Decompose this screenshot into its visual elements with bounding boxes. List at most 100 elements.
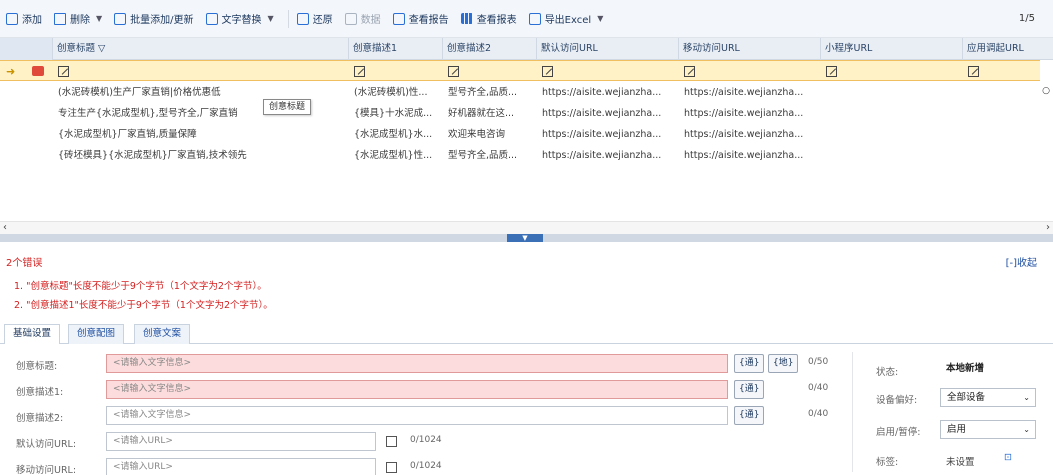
device-preference-label: 设备偏好: [876,395,918,406]
cell-default-url: https://aisite.wejianzha... [542,129,662,140]
chevron-down-icon: ⌄ [1023,393,1030,402]
cell-mobile-url: https://aisite.wejianzha... [684,150,804,161]
batch-edit-icon [114,12,127,25]
cell-default-url: https://aisite.wejianzha... [542,108,662,119]
chevron-down-icon[interactable]: ▼ [597,14,603,23]
scroll-left-icon[interactable]: ‹ [3,222,7,233]
cell-mobile-url: https://aisite.wejianzha... [684,87,804,98]
mobile-url-label: 移动访问URL: [16,465,77,475]
text-replace-button[interactable]: 文字替换 ▼ [205,8,274,30]
desc1-input[interactable]: <请输入文字信息> [106,380,728,399]
table-row[interactable]: {砖坯模具}{水泥成型机}厂家直销,技术领先 {水泥成型机}性... 型号齐全,… [0,145,1040,166]
column-header-app-url[interactable]: 应用调起URL [962,38,1040,60]
cell-default-url: https://aisite.wejianzha... [542,150,662,161]
delete-button[interactable]: 删除 ▼ [54,8,102,30]
new-row-icon [32,61,44,82]
default-url-char-count: 0/1024 [410,435,442,445]
cell-desc2: 好机器就在这... [448,108,515,119]
chevron-down-icon[interactable]: ▼ [268,14,274,23]
report-icon [392,12,405,25]
enable-pause-select[interactable]: 启用 ⌄ [940,420,1036,439]
mobile-url-char-count: 0/1024 [410,461,442,471]
form-divider [852,352,853,472]
wildcard-button[interactable]: {通} [734,380,765,399]
bar-chart-icon [460,13,473,24]
stats-button[interactable]: 数据 [344,8,381,30]
wildcard-button[interactable]: {通} [734,406,765,425]
column-header-desc2[interactable]: 创意描述2 [442,38,536,60]
edit-default-url-icon[interactable] [542,61,553,82]
filter-icon[interactable]: ▽ [98,43,105,54]
chevron-down-icon[interactable]: ▼ [96,14,102,23]
table-row[interactable]: 专注生产{水泥成型机},型号齐全,厂家直销 {模具}十水泥成... 好机器就在这… [0,103,1040,124]
column-tooltip: 创意标题 [263,99,312,115]
panel-splitter[interactable]: ▼ [0,234,1053,242]
title-char-count: 0/50 [808,357,829,367]
edit-url-icon[interactable] [386,436,397,447]
default-url-label: 默认访问URL: [16,439,77,450]
region-wildcard-button[interactable]: {地} [768,354,799,373]
column-header-title[interactable]: 创意标题 ▽ [52,38,348,60]
restore-button[interactable]: 还原 [296,8,333,30]
row-pointer-icon: ➜ [6,65,16,78]
tag-edit-icon[interactable]: ⊡ [1004,452,1012,463]
desc2-label: 创意描述2: [16,413,64,424]
desc2-input[interactable]: <请输入文字信息> [106,406,728,425]
mobile-url-input[interactable]: <请输入URL> [106,458,376,475]
column-header-mini-program-url[interactable]: 小程序URL [820,38,962,60]
collapse-link[interactable]: [-]收起 [1006,254,1037,269]
error-panel: 2个错误 [-]收起 1. "创意标题"长度不能少于9个字节（1个文字为2个字节… [0,242,1053,322]
cell-title: {水泥成型机}厂家直销,质量保障 [58,129,197,140]
tag-label: 标签: [876,457,899,468]
desc1-char-count: 0/40 [808,383,829,393]
error-message: 2. "创意描述1"长度不能少于9个字节（1个文字为2个字节）。 [14,300,273,311]
scroll-right-icon[interactable]: › [1046,222,1050,233]
toolbar: 添加 删除 ▼ 批量添加/更新 文字替换 ▼ 还原 数据 查看报告 查看报表 导出E… [0,0,1053,38]
device-preference-select[interactable]: 全部设备 ⌄ [940,388,1036,407]
tab-creative-copy[interactable]: 创意文案 [134,324,191,344]
table-row-selected[interactable]: ➜ [0,60,1040,81]
edit-url-icon[interactable] [386,462,397,473]
export-excel-button[interactable]: 导出Excel ▼ [528,8,603,30]
tab-creative-images[interactable]: 创意配图 [68,324,125,344]
tab-basic-settings[interactable]: 基础设置 [4,324,61,345]
replace-icon [205,12,218,25]
wildcard-button[interactable]: {通} [734,354,765,373]
detail-tabs: 基础设置 创意配图 创意文案 [0,322,1053,345]
edit-mobile-url-icon[interactable] [684,61,695,82]
table-row[interactable]: (水泥砖模机)生产厂家直销|价格优惠低 (水泥砖模机)性... 型号齐全,品质.… [0,82,1040,103]
column-header-mobile-url[interactable]: 移动访问URL [678,38,820,60]
edit-desc1-icon[interactable] [354,61,365,82]
edit-title-icon[interactable] [58,61,69,82]
add-button[interactable]: 添加 [6,8,42,30]
batch-update-button[interactable]: 批量添加/更新 [114,8,194,30]
splitter-toggle-icon[interactable]: ▼ [507,234,543,242]
enable-pause-label: 启用/暂停: [876,427,921,438]
column-header-desc1[interactable]: 创意描述1 [348,38,442,60]
tag-value: 未设置 [946,457,975,468]
edit-desc2-icon[interactable] [448,61,459,82]
page-indicator: 1/5 [1018,13,1035,24]
horizontal-scrollbar[interactable]: ‹ › [0,221,1053,234]
edit-mini-program-url-icon[interactable] [826,61,837,82]
edit-app-url-icon[interactable] [968,61,979,82]
cell-desc2: 欢迎来电咨询 [448,129,506,140]
title-input[interactable]: <请输入文字信息> [106,354,728,373]
error-count: 2个错误 [6,258,43,269]
table-row[interactable]: {水泥成型机}厂家直销,质量保障 {水泥成型机}水... 欢迎来电咨询 http… [0,124,1040,145]
creative-grid: 创意标题 ▽ 创意描述1 创意描述2 默认访问URL 移动访问URL 小程序UR… [0,38,1053,234]
desc1-label: 创意描述1: [16,387,64,398]
restore-icon [296,12,309,25]
cell-default-url: https://aisite.wejianzha... [542,87,662,98]
cell-mobile-url: https://aisite.wejianzha... [684,108,804,119]
default-url-input[interactable]: <请输入URL> [106,432,376,451]
scroll-up-icon[interactable]: ○ [1041,86,1051,100]
title-label: 创意标题: [16,361,58,372]
cell-desc1: {水泥成型机}性... [354,150,433,161]
cell-title: {砖坯模具}{水泥成型机}厂家直销,技术领先 [58,150,247,161]
status-value: 本地新增 [946,363,985,374]
column-header-default-url[interactable]: 默认访问URL [536,38,678,60]
cell-mobile-url: https://aisite.wejianzha... [684,129,804,140]
view-chart-button[interactable]: 查看报表 [460,8,517,30]
view-report-button[interactable]: 查看报告 [392,8,449,30]
